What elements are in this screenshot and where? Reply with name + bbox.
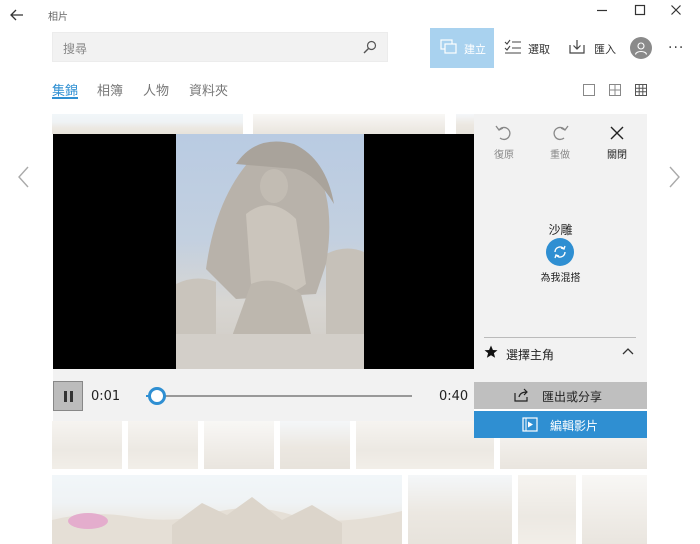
playback-controls: 0:01 0:40: [53, 369, 474, 421]
edit-video-label: 編輯影片: [550, 419, 599, 433]
active-tab-indicator: [52, 97, 78, 99]
redo-button[interactable]: 重做: [535, 124, 585, 168]
photo-thumbnail[interactable]: [518, 475, 576, 544]
redo-label: 重做: [550, 150, 570, 161]
photo-thumbnail[interactable]: [408, 475, 512, 544]
sand-sculpture-image: [176, 141, 364, 369]
create-label: 建立: [464, 43, 486, 56]
select-label: 選取: [528, 43, 550, 56]
maximize-button[interactable]: [628, 4, 652, 24]
total-time: 0:40: [439, 389, 469, 404]
panel-divider: [484, 337, 636, 338]
photo-thumbnail[interactable]: [128, 421, 198, 469]
edit-video-button[interactable]: 編輯影片: [474, 411, 647, 438]
remix-button[interactable]: [546, 238, 574, 266]
video-frame: [176, 134, 364, 369]
back-button[interactable]: [10, 6, 32, 24]
choose-lead-label[interactable]: 選擇主角: [506, 346, 554, 363]
create-icon: [440, 39, 457, 54]
undo-label: 復原: [494, 150, 514, 161]
import-button[interactable]: 匯入: [568, 28, 620, 68]
scroll-left-button[interactable]: [18, 166, 30, 192]
minimize-button[interactable]: [590, 4, 614, 24]
search-input[interactable]: 搜尋: [52, 32, 388, 62]
back-arrow-icon: [10, 9, 23, 21]
star-icon: [484, 345, 498, 358]
more-options-button[interactable]: ···: [668, 40, 684, 56]
scroll-right-button[interactable]: [668, 166, 680, 192]
remix-icon: [554, 245, 566, 259]
tab-albums[interactable]: 相簿: [97, 80, 123, 99]
search-icon[interactable]: [363, 40, 377, 54]
view-small-button[interactable]: [635, 81, 649, 96]
close-icon: [671, 5, 681, 15]
select-button[interactable]: 選取: [504, 28, 554, 68]
chevron-up-icon[interactable]: [622, 347, 634, 355]
account-avatar[interactable]: [630, 37, 652, 59]
select-icon: [504, 39, 521, 54]
chevron-right-icon: [669, 166, 680, 188]
chevron-left-icon: [18, 166, 29, 188]
import-icon: [569, 40, 585, 54]
photo-thumbnail[interactable]: [52, 114, 243, 134]
minimize-icon: [597, 9, 607, 12]
tab-people[interactable]: 人物: [143, 80, 169, 99]
pause-icon: [64, 391, 67, 402]
seek-bar[interactable]: [146, 387, 412, 405]
edit-video-icon: [522, 417, 538, 432]
photo-thumbnail[interactable]: [582, 475, 647, 544]
photo-thumbnail[interactable]: [280, 421, 350, 469]
photos-app: 相片 搜尋 建立 選取 匯入 ··· 集錦 相簿 人物 資料夾 0:01 0:4…: [0, 0, 700, 544]
photo-thumbnail[interactable]: [52, 475, 402, 544]
search-placeholder: 搜尋: [63, 42, 88, 56]
close-edit-button[interactable]: 關閉: [592, 124, 642, 168]
photo-thumbnail[interactable]: [52, 421, 122, 469]
maximize-icon: [634, 4, 646, 16]
person-icon: [634, 42, 648, 55]
undo-button[interactable]: 復原: [479, 124, 529, 168]
large-tile-icon: [583, 84, 595, 96]
export-share-button[interactable]: 匯出或分享: [474, 382, 647, 409]
app-title: 相片: [48, 12, 68, 23]
close-label: 關閉: [607, 150, 627, 161]
share-icon: [514, 388, 528, 402]
photo-thumbnail[interactable]: [253, 114, 445, 134]
remix-label: 為我混搭: [540, 273, 581, 284]
window-close-button[interactable]: [664, 4, 688, 24]
create-button[interactable]: 建立: [430, 28, 494, 68]
theme-name: 沙雕: [548, 223, 573, 237]
redo-icon: [553, 125, 569, 141]
seek-handle[interactable]: [147, 387, 166, 405]
undo-icon: [495, 125, 511, 141]
close-icon: [610, 126, 624, 140]
medium-tile-icon: [609, 84, 621, 96]
current-time: 0:01: [91, 389, 121, 404]
small-tile-icon: [635, 84, 647, 96]
edit-panel: 復原 重做 關閉 沙雕 為我混搭 選擇主角: [474, 114, 647, 382]
photo-thumbnail[interactable]: [204, 421, 274, 469]
view-medium-button[interactable]: [609, 81, 623, 96]
import-label: 匯入: [594, 43, 616, 56]
pause-button[interactable]: [53, 381, 83, 411]
view-large-button[interactable]: [583, 81, 597, 96]
export-share-label: 匯出或分享: [542, 390, 603, 404]
tab-folders[interactable]: 資料夾: [189, 80, 228, 99]
title-bar: 相片: [0, 0, 700, 30]
photo-thumbnail[interactable]: [456, 114, 474, 134]
